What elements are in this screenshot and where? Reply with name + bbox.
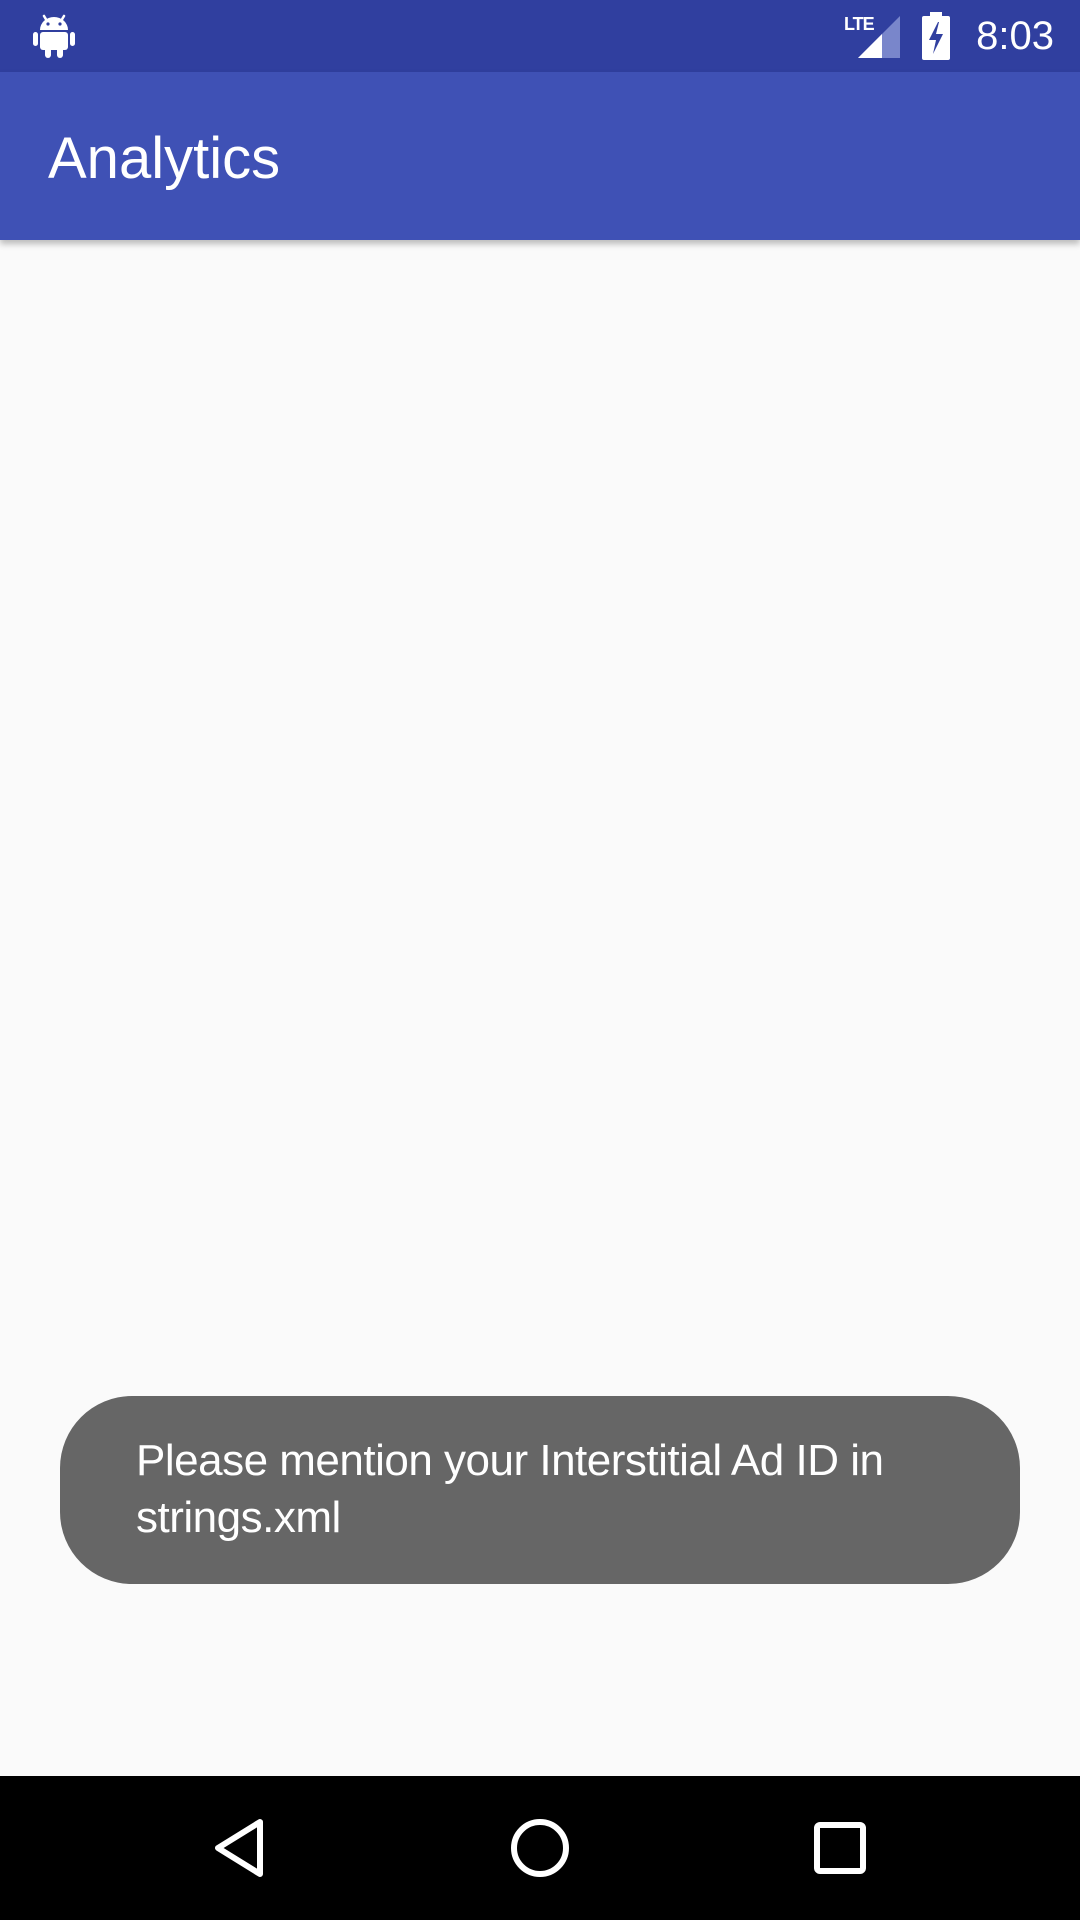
screen: LTE 8:03 Analytics Please mention your I… (0, 0, 1080, 1920)
battery-charging-icon (922, 12, 950, 60)
status-bar: LTE 8:03 (0, 0, 1080, 72)
recents-square-icon (814, 1822, 866, 1874)
app-title: Analytics (48, 126, 281, 191)
status-clock: 8:03 (976, 14, 1054, 58)
back-button[interactable] (190, 1798, 290, 1898)
android-notification-icon (33, 14, 75, 58)
toast-text: Please mention your Interstitial Ad ID i… (136, 1436, 884, 1542)
app-bar: Analytics (0, 72, 1080, 240)
cell-signal-icon (858, 16, 900, 58)
navigation-bar (0, 1776, 1080, 1920)
home-circle-icon (511, 1819, 569, 1877)
toast-message: Please mention your Interstitial Ad ID i… (60, 1396, 1020, 1584)
home-button[interactable] (490, 1798, 590, 1898)
recents-button[interactable] (790, 1798, 890, 1898)
back-triangle-icon (215, 1819, 263, 1877)
